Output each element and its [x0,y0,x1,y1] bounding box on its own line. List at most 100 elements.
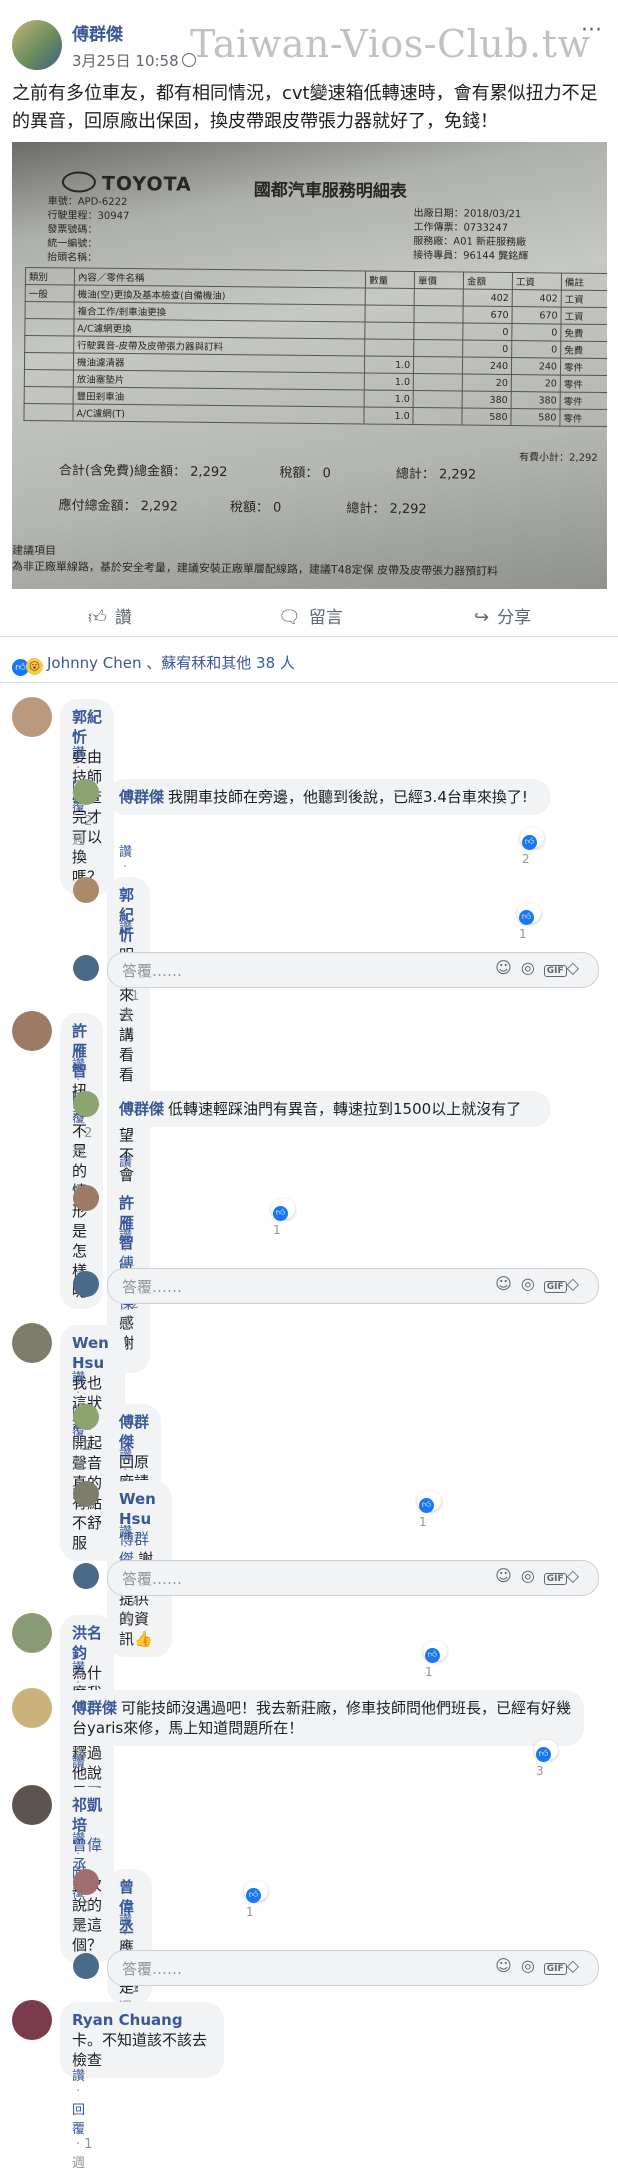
comment-author[interactable]: 郭紀忻 [72,708,102,746]
reply-input[interactable]: 答覆…… ☺◎ GIF ◇ [107,1560,599,1596]
share-button[interactable]: ↪︎ 分享 [474,603,531,628]
comment-reaction-badge[interactable]: 👍︎ 2 [520,828,544,866]
cell: 20 [511,374,561,393]
comment-like-link[interactable]: 讚 [119,1913,132,1928]
receipt-subtotal: 有費小計：2,292 [519,452,598,464]
reply-placeholder: 答覆…… [122,1960,183,1978]
comment-like-link[interactable]: 讚 [72,746,85,761]
avatar[interactable] [73,1481,99,1507]
emoji-icon[interactable]: ☺ [495,1956,521,1975]
comment-like-link[interactable]: 讚 [119,921,132,936]
gif-icon[interactable]: GIF [543,965,567,977]
avatar[interactable] [73,877,99,903]
cell: 工資 [560,307,607,325]
comment-like-link[interactable]: 讚 [72,1371,85,1386]
avatar[interactable] [12,1688,52,1728]
avatar[interactable] [73,1091,99,1117]
reply-input[interactable]: 答覆…… ☺◎ GIF ◇ [107,1268,599,1304]
reply-placeholder: 答覆…… [122,1570,183,1588]
post-timestamp[interactable]: 3月25日 10:58 [72,50,196,71]
sticker-icon[interactable]: ◇ [567,1956,588,1975]
comment-author[interactable]: 傅群傑 [119,1100,164,1118]
camera-icon[interactable]: ◎ [521,1956,544,1975]
comment-like-link[interactable]: 讚 [72,1661,85,1676]
comment-like-link[interactable]: 讚 [119,845,132,860]
comment-button[interactable]: 🗨︎ 留言 [278,603,343,628]
avatar[interactable] [12,1323,52,1363]
paid-label: 應付總金額： [58,498,137,515]
avatar[interactable] [12,697,52,737]
camera-icon[interactable]: ◎ [521,958,544,977]
cell [23,403,74,421]
receipt-photo[interactable]: TOYOTA 國都汽車服務明細表 車號：APD-6222 行駛里程：30947 … [12,142,607,589]
gif-icon[interactable]: GIF [543,1963,567,1975]
comment-like-link[interactable]: 讚 [119,1155,132,1170]
reply-input[interactable]: 答覆…… ☺◎ GIF ◇ [107,952,599,988]
author-name[interactable]: 傅群傑 [72,20,123,45]
avatar[interactable] [12,1785,52,1825]
avatar [73,1271,99,1297]
emoji-icon[interactable]: ☺ [495,1566,521,1585]
avatar [73,1953,99,1979]
tax-value-2: 0 [272,500,282,516]
cell: 580 [462,408,512,426]
cell: 402 [463,289,513,307]
comment-author[interactable]: 傅群傑 [119,788,164,806]
avatar[interactable] [73,1869,99,1895]
sticker-icon[interactable]: ◇ [567,1566,588,1585]
comment-reaction-badge[interactable]: 👍︎ 1 [244,1881,268,1919]
cell: 免費 [560,324,607,342]
comment-like-link[interactable]: 讚 [72,1058,85,1073]
avatar[interactable] [12,1613,52,1653]
reply-input[interactable]: 答覆…… ☺◎ GIF ◇ [107,1950,599,1986]
more-options-icon[interactable]: ··· [581,18,602,43]
comment-reply-link[interactable]: 回覆 [72,2103,85,2137]
cell [413,390,463,409]
comment-reaction-badge[interactable]: 👍︎ 1 [417,1491,441,1529]
avatar[interactable] [12,2000,52,2040]
receipt-meta-left: 車號：APD-6222 行駛里程：30947 發票號碼： 統一編號： 抬頭名稱： [47,195,130,266]
avatar[interactable] [73,779,99,805]
comment-like-link[interactable]: 讚 [72,1832,85,1847]
cell [24,318,74,336]
comment-author[interactable]: 傅群傑 [72,1699,117,1717]
sticker-icon[interactable]: ◇ [567,1274,588,1293]
camera-icon[interactable]: ◎ [521,1274,544,1293]
comment-reaction-badge[interactable]: 👍︎ 1 [423,1641,447,1679]
receipt-mileage: 行駛里程：30947 [47,210,130,223]
comment-reaction-badge[interactable]: 👍︎ 1 [517,903,541,941]
comment-author[interactable]: Ryan Chuang [72,2011,183,2029]
receipt-col-header: 備註 [561,273,607,291]
comment-text: 卡。不知道該不該去檢查 [72,2031,208,2069]
sticker-icon[interactable]: ◇ [567,958,588,977]
emoji-icon[interactable]: ☺ [495,1274,521,1293]
cell: 240 [462,357,512,375]
post-time-text[interactable]: 3月25日 10:58 [72,52,179,70]
gif-icon[interactable]: GIF [543,1281,567,1293]
author-avatar[interactable] [12,20,62,70]
camera-icon[interactable]: ◎ [521,1566,544,1585]
cell: 1.0 [364,356,414,374]
total-label: 合計(含免費)總金額： [58,463,187,480]
comment-like-link[interactable]: 讚 [119,1448,132,1463]
comment-reaction-badge[interactable]: 👍︎ 3 [534,1740,558,1778]
comment-like-link[interactable]: 讚 [72,1756,85,1771]
avatar[interactable] [73,1185,99,1211]
emoji-icon[interactable]: ☺ [495,958,521,977]
comment-reaction-badge[interactable]: 👍︎ 1 [271,1199,295,1237]
avatar[interactable] [12,1011,52,1051]
receipt-uniform: 統一編號： [47,238,98,250]
cell: 0 [511,323,561,342]
reaction-summary[interactable]: 👍︎ 😮︎ Johnny Chen 、蘇宥秝和其他 38 人 [12,652,295,676]
cell: 380 [462,391,512,409]
comment-like-link[interactable]: 讚 [119,1525,132,1540]
reaction-text: Johnny Chen 、蘇宥秝和其他 38 人 [47,654,295,672]
cell [414,288,464,307]
avatar[interactable] [73,1404,99,1430]
receipt-paper: TOYOTA 國都汽車服務明細表 車號：APD-6222 行駛里程：30947 … [12,145,607,589]
comment-like-link[interactable]: 讚 [119,1229,132,1244]
like-button[interactable]: 👍︎ 讚 [88,603,132,628]
gif-icon[interactable]: GIF [543,1573,567,1585]
comment-like-link[interactable]: 讚 [72,2069,85,2084]
reaction-count: 3 [536,1764,544,1778]
